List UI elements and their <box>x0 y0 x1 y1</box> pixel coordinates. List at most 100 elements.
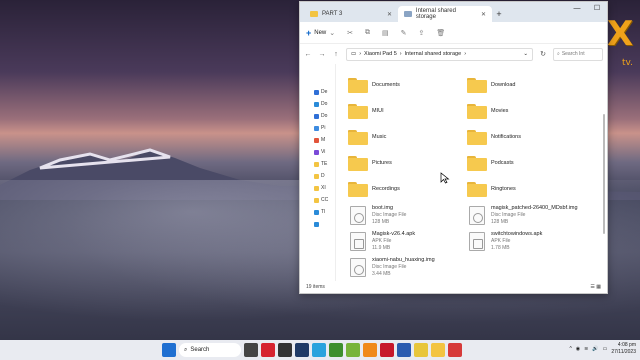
file-size: 3.44 MB <box>372 270 391 277</box>
close-icon[interactable]: ✕ <box>481 11 486 18</box>
breadcrumb[interactable]: ▭ › Xiaomi Pad 5 › Internal shared stora… <box>346 47 533 61</box>
sidebar-item[interactable]: TE <box>300 158 335 170</box>
file-item[interactable]: boot.img Disc Image File 128 MB <box>348 202 467 228</box>
apk-file-icon <box>350 231 366 251</box>
items-grid: Documents Download MIUI Movies Music Notifica… <box>348 72 601 280</box>
file-item[interactable]: xiaomi-nabu_huaxing.img Disc Image File 3.… <box>348 254 467 280</box>
minimize-button[interactable]: — <box>567 2 587 16</box>
cut-icon[interactable]: ✂ <box>347 29 353 37</box>
sidebar-item[interactable]: Do <box>300 98 335 110</box>
new-button[interactable]: + New ⌄ <box>306 28 335 38</box>
folder-icon <box>467 103 487 119</box>
sidebar-item[interactable]: M <box>300 134 335 146</box>
mouse-cursor-icon <box>440 172 450 184</box>
sidebar-item[interactable]: D <box>300 170 335 182</box>
clock[interactable]: 4:08 pm 27/11/2023 <box>611 342 636 356</box>
stocks-icon[interactable] <box>295 343 309 357</box>
delete-icon[interactable]: 🗑 <box>436 29 445 37</box>
forward-icon[interactable]: → <box>318 51 326 58</box>
file-name: magisk_patched-26400_MDsbf.img <box>491 204 578 211</box>
folder-item[interactable]: Movies <box>467 98 586 124</box>
breadcrumb-device[interactable]: Xiaomi Pad 5 <box>364 51 397 57</box>
sidebar-item[interactable]: Do <box>300 110 335 122</box>
folder-item[interactable]: Documents <box>348 72 467 98</box>
wifi-icon[interactable]: ≋ <box>584 346 588 352</box>
share-icon[interactable]: ⇪ <box>419 29 425 37</box>
folder-item[interactable]: Ringtones <box>467 176 586 202</box>
vpn-icon[interactable] <box>363 343 377 357</box>
game-icon[interactable] <box>329 343 343 357</box>
search-input[interactable]: ⌕ Search Int <box>553 47 603 61</box>
paste-icon[interactable]: ▤ <box>382 29 389 37</box>
view-toggle-icons[interactable]: ☰ ▦ <box>590 284 601 290</box>
chevron-right-icon: › <box>359 51 362 57</box>
folder-item[interactable]: Download <box>467 72 586 98</box>
folder-item[interactable]: Music <box>348 124 467 150</box>
back-icon[interactable]: ← <box>304 51 312 58</box>
disc-image-icon <box>350 257 366 277</box>
taskview-icon[interactable] <box>244 343 258 357</box>
taskbar-search[interactable]: ⌕ Search <box>179 343 241 357</box>
copy-icon[interactable]: ⧉ <box>365 29 370 37</box>
file-meta: boot.img Disc Image File 128 MB <box>372 205 406 226</box>
disc-image-icon <box>469 205 485 225</box>
sidebar-item[interactable]: De <box>300 86 335 98</box>
refresh-icon[interactable]: ↻ <box>539 50 547 58</box>
sidebar-item[interactable]: Vi <box>300 146 335 158</box>
word-icon[interactable] <box>397 343 411 357</box>
sidebar-item[interactable]: CC <box>300 194 335 206</box>
maximize-button[interactable]: ☐ <box>587 2 607 16</box>
new-tab-button[interactable]: + <box>492 9 506 19</box>
folder-name: Documents <box>372 82 400 88</box>
tab-internal-storage[interactable]: Internal shared storage ✕ <box>398 6 492 22</box>
sidebar-item-icon <box>314 185 319 191</box>
file-explorer-icon[interactable] <box>431 343 445 357</box>
folder-icon <box>467 181 487 197</box>
file-item[interactable]: switchtowindows.apk APK File 1.78 MB <box>467 228 586 254</box>
chevron-up-icon[interactable]: ^ <box>569 346 571 352</box>
folder-icon <box>310 11 318 17</box>
file-item[interactable]: Magisk-v26.4.apk APK File 11.9 MB <box>348 228 467 254</box>
opera-icon[interactable] <box>261 343 275 357</box>
volume-icon[interactable]: 🔊 <box>592 346 598 352</box>
chevron-down-icon: ⌄ <box>329 29 336 37</box>
scrollbar[interactable] <box>603 114 605 234</box>
plus-icon: + <box>306 27 312 38</box>
rename-icon[interactable]: ✎ <box>401 29 407 37</box>
folder-item[interactable]: Notifications <box>467 124 586 150</box>
file-size: 1.78 MB <box>491 244 510 251</box>
file-name: boot.img <box>372 204 394 211</box>
up-icon[interactable]: ↑ <box>332 51 340 58</box>
sidebar-item-icon <box>314 221 319 227</box>
battery-icon[interactable]: ▭ <box>603 346 608 352</box>
sidebar-item-icon <box>314 209 319 215</box>
telegram-icon[interactable] <box>312 343 326 357</box>
sidebar-item-label: CC <box>321 197 329 203</box>
windows-start-icon[interactable] <box>162 343 176 357</box>
search-icon: ⌕ <box>184 346 188 353</box>
sidebar-item[interactable]: XI <box>300 182 335 194</box>
app-icon[interactable] <box>278 343 292 357</box>
tab-part3[interactable]: PART 3 ✕ <box>304 6 398 22</box>
sidebar-item[interactable]: Tl <box>300 206 335 218</box>
app2-icon[interactable] <box>448 343 462 357</box>
close-icon[interactable]: ✕ <box>387 11 392 18</box>
dropdown-icon[interactable]: ⌄ <box>523 51 528 57</box>
sidebar-item-label: De <box>321 89 328 95</box>
file-meta: xiaomi-nabu_huaxing.img Disc Image File 3.… <box>372 257 435 278</box>
sidebar-item-label: Vi <box>321 149 326 155</box>
folder-icon <box>348 181 368 197</box>
chrome-icon[interactable] <box>414 343 428 357</box>
sidebar-item[interactable]: Pi <box>300 122 335 134</box>
breadcrumb-storage[interactable]: Internal shared storage <box>405 51 462 57</box>
network-icon[interactable]: ◉ <box>576 346 580 352</box>
opera-gx-icon[interactable] <box>380 343 394 357</box>
folder-item[interactable]: MIUI <box>348 98 467 124</box>
folder-item[interactable]: Podcasts <box>467 150 586 176</box>
sidebar-item[interactable] <box>300 218 335 230</box>
sidebar-item-icon <box>314 101 319 107</box>
folder-name: Recordings <box>372 186 400 192</box>
tab-bar: PART 3 ✕ Internal shared storage ✕ + — ☐ <box>300 2 607 22</box>
file-item[interactable]: magisk_patched-26400_MDsbf.img Disc Image… <box>467 202 586 228</box>
torrent-icon[interactable] <box>346 343 360 357</box>
